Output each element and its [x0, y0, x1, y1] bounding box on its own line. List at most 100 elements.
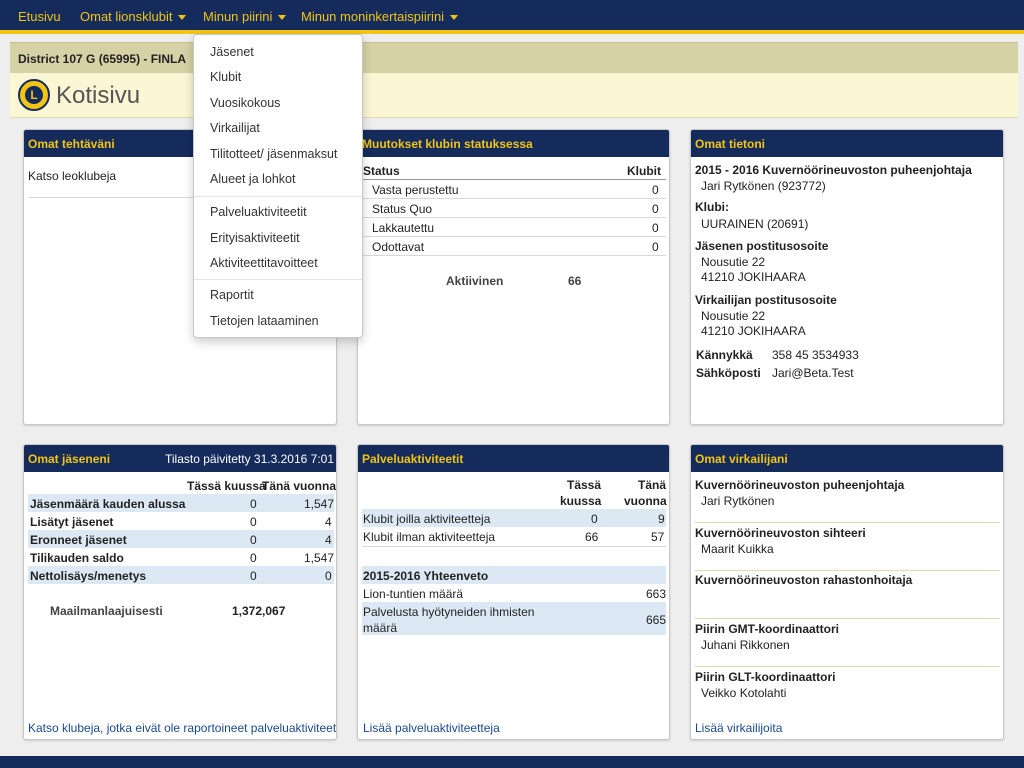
district-bar: District 107 G (65995) - FINLA — [10, 42, 1018, 73]
members-panel: Omat jäseneni Tilasto päivitetty 31.3.20… — [23, 444, 337, 740]
panel-header: Omat jäseneni Tilasto päivitetty 31.3.20… — [24, 445, 336, 472]
info-name: Jari Rytkönen (923772) — [701, 179, 826, 193]
table-row-year: 1,547 — [304, 551, 335, 565]
officer-name: Maarit Kuikka — [701, 542, 774, 556]
menu-item-officers[interactable]: Virkailijat — [210, 121, 260, 135]
menu-item-data-download[interactable]: Tietojen lataaminen — [210, 314, 319, 328]
officer-role: Piirin GMT-koordinaattori — [695, 622, 840, 636]
home-bar: L Kotisivu — [10, 73, 1018, 118]
divider — [362, 217, 666, 218]
table-row-label: Odottavat — [372, 240, 425, 254]
info-mobile-label: Kännykkä — [696, 348, 753, 362]
info-member-address-line: 41210 JOKIHAARA — [701, 270, 806, 284]
divider — [362, 198, 666, 199]
table-row-year: 0 — [325, 569, 332, 583]
column-header-status: Status — [363, 164, 400, 178]
panel-title: Omat virkailijani — [691, 445, 1003, 472]
table-row-label: Nettolisäys/menetys — [30, 569, 147, 583]
worldwide-value: 1,372,067 — [232, 604, 286, 618]
stats-updated: Tilasto päivitetty 31.3.2016 7:01 — [165, 452, 334, 466]
people-served-label: Palvelusta hyötyneiden ihmisten — [363, 605, 535, 619]
divider — [695, 570, 1000, 571]
info-officer-address-line: Nousutie 22 — [701, 309, 766, 323]
panel-title: Omat jäseneni — [28, 452, 111, 466]
info-email-label: Sähköposti — [696, 366, 761, 380]
column-header-this-month: kuussa — [560, 494, 602, 508]
menu-item-service-activities[interactable]: Palveluaktiviteetit — [210, 205, 307, 219]
table-row-year: 57 — [651, 530, 665, 544]
service-activities-panel: Palveluaktiviteetit Tässä kuussa Tänä vu… — [357, 444, 670, 740]
menu-item-activity-goals[interactable]: Aktiviteettitavoitteet — [210, 256, 318, 270]
active-value: 66 — [568, 274, 582, 288]
table-row-value: 0 — [652, 240, 659, 254]
info-officer-address-label: Virkailijan postitusosoite — [695, 293, 837, 307]
table-row-label: Jäsenmäärä kauden alussa — [30, 497, 186, 511]
table-row-label: Vasta perustettu — [372, 183, 459, 197]
table-row-label: Lisätyt jäsenet — [30, 515, 114, 529]
table-row-label: Tilikauden saldo — [30, 551, 124, 565]
table-row-label: Klubit ilman aktiviteetteja — [363, 530, 496, 544]
active-label: Aktiivinen — [446, 274, 504, 288]
task-item[interactable]: Katso leoklubeja — [28, 169, 116, 183]
table-row-month: 0 — [250, 515, 257, 529]
officer-role: Piirin GLT-koordinaattori — [695, 670, 836, 684]
table-row-label: Status Quo — [372, 202, 433, 216]
nav-home[interactable]: Etusivu — [18, 9, 61, 24]
lions-logo-icon: L — [18, 79, 50, 111]
table-row-year: 4 — [325, 533, 332, 547]
nav-my-district[interactable]: Minun piirini — [203, 9, 287, 24]
divider — [362, 255, 666, 256]
table-row-value: 0 — [652, 221, 659, 235]
menu-item-statements[interactable]: Tilitotteet/ jäsenmaksut — [210, 147, 337, 161]
menu-divider — [194, 279, 362, 280]
district-name: District 107 G (65995) - FINLA — [18, 52, 187, 66]
panel-title: Palveluaktiviteetit — [358, 445, 669, 472]
nav-my-multiple-district[interactable]: Minun moninkertaispiirini — [301, 9, 459, 24]
table-row-month: 0 — [250, 569, 257, 583]
menu-item-members[interactable]: Jäsenet — [210, 45, 254, 59]
divider — [695, 522, 1000, 523]
info-role: 2015 - 2016 Kuvernöörineuvoston puheenjo… — [695, 163, 972, 177]
info-club-label: Klubi: — [695, 200, 729, 214]
menu-item-clubs[interactable]: Klubit — [210, 70, 241, 84]
unreported-clubs-link[interactable]: Katso klubeja, jotka eivät ole raportoin… — [28, 721, 336, 735]
table-row-month: 0 — [250, 497, 257, 511]
column-header-clubs: Klubit — [627, 164, 661, 178]
table-row-month: 0 — [250, 551, 257, 565]
officer-role: Kuvernöörineuvoston puheenjohtaja — [695, 478, 905, 492]
page-title: Kotisivu — [56, 82, 141, 109]
nav-my-district-label: Minun piirini — [203, 9, 273, 24]
menu-item-regions-zones[interactable]: Alueet ja lohkot — [210, 172, 295, 186]
people-served-label: määrä — [363, 621, 398, 635]
people-served-value: 665 — [646, 613, 667, 627]
menu-divider — [194, 196, 362, 197]
worldwide-label: Maailmanlaajuisesti — [50, 604, 163, 618]
club-status-panel: Muutokset klubin statuksessa Status Klub… — [357, 129, 670, 425]
menu-item-special-activities[interactable]: Erityisaktiviteetit — [210, 231, 300, 245]
table-row-value: 0 — [652, 202, 659, 216]
info-mobile: 358 45 3534933 — [772, 348, 859, 362]
lion-hours-value: 663 — [646, 587, 667, 601]
table-row-month: 66 — [585, 530, 599, 544]
column-header-this-month: Tässä — [567, 478, 602, 492]
officer-name: Jari Rytkönen — [701, 494, 775, 508]
table-row-year: 1,547 — [304, 497, 335, 511]
my-info-panel: Omat tietoni 2015 - 2016 Kuvernöörineuvo… — [690, 129, 1004, 425]
table-row-year: 9 — [658, 512, 665, 526]
info-email: Jari@Beta.Test — [772, 366, 854, 380]
footer-bar — [0, 756, 1024, 768]
table-row-label: Eronneet jäsenet — [30, 533, 127, 547]
officer-role: Kuvernöörineuvoston sihteeri — [695, 526, 866, 540]
add-officers-link[interactable]: Lisää virkailijoita — [695, 721, 782, 735]
menu-item-annual-meeting[interactable]: Vuosikokous — [210, 96, 280, 110]
nav-my-clubs-label: Omat lionsklubit — [80, 9, 173, 24]
nav-my-multiple-district-label: Minun moninkertaispiirini — [301, 9, 445, 24]
panel-title: Omat tietoni — [691, 130, 1003, 157]
menu-item-reports[interactable]: Raportit — [210, 288, 254, 302]
summary-title: 2015-2016 Yhteenveto — [363, 569, 489, 583]
nav-my-clubs[interactable]: Omat lionsklubit — [80, 9, 187, 24]
add-service-activities-link[interactable]: Lisää palveluaktiviteetteja — [363, 721, 500, 735]
divider — [695, 618, 1000, 619]
info-member-address-label: Jäsenen postitusosoite — [695, 239, 829, 253]
divider — [695, 666, 1000, 667]
